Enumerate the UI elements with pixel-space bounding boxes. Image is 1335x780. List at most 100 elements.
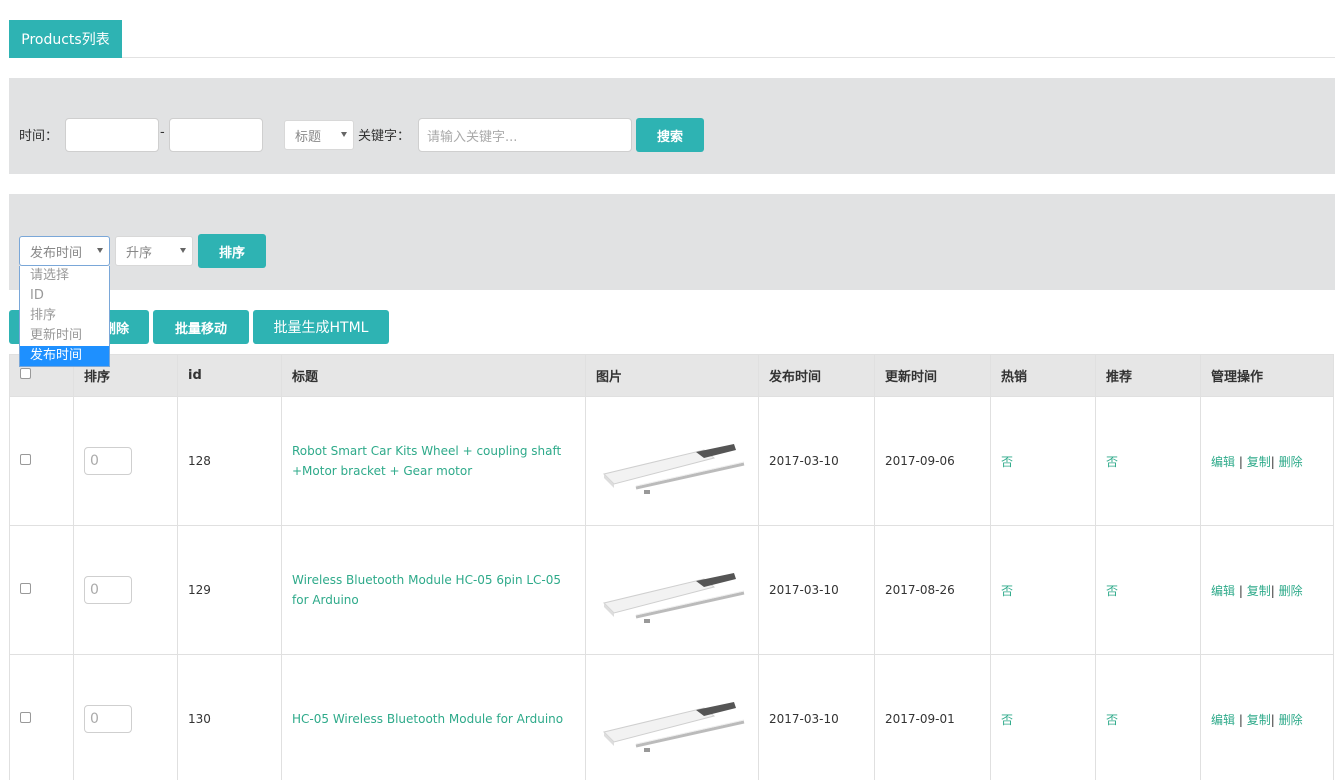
- recommend-toggle[interactable]: 否: [1106, 455, 1118, 469]
- cell-published: 2017-03-10: [758, 396, 875, 526]
- search-field-value: 标题: [295, 129, 322, 145]
- header-actions: 管理操作: [1200, 354, 1334, 397]
- cell-image: [585, 525, 759, 655]
- product-thumbnail: [603, 572, 745, 623]
- chevron-down-icon: [180, 248, 186, 253]
- sort-order-value: 升序: [126, 245, 153, 261]
- keyword-placeholder: 请输入关键字...: [427, 129, 518, 145]
- keyword-label: 关键字：: [358, 129, 411, 144]
- cell-recommend: 否: [1095, 654, 1201, 780]
- header-hot: 热销: [990, 354, 1096, 397]
- cell-image: [585, 396, 759, 526]
- header-recommend: 推荐: [1095, 354, 1201, 397]
- delete-link[interactable]: 删除: [1279, 713, 1303, 727]
- cell-recommend: 否: [1095, 396, 1201, 526]
- row-checkbox[interactable]: [20, 712, 31, 723]
- copy-link[interactable]: 复制: [1247, 584, 1271, 598]
- select-all-checkbox[interactable]: [20, 368, 31, 379]
- products-table: 排序 id 标题 图片 发布时间 更新时间 热销 推荐 管理操作 0 128 Rob…: [9, 354, 1334, 780]
- product-title-link[interactable]: Wireless Bluetooth Module HC-05 6pin LC-…: [292, 573, 561, 607]
- dropdown-option[interactable]: ID: [20, 286, 109, 306]
- copy-link[interactable]: 复制: [1247, 713, 1271, 727]
- dropdown-option[interactable]: 更新时间: [20, 326, 109, 346]
- order-input[interactable]: 0: [84, 576, 132, 604]
- delete-link[interactable]: 删除: [1279, 455, 1303, 469]
- chevron-down-icon: [341, 132, 347, 137]
- order-input[interactable]: 0: [84, 705, 132, 733]
- cell-hot: 否: [990, 396, 1096, 526]
- header-published: 发布时间: [758, 354, 875, 397]
- cell-image: [585, 654, 759, 780]
- delete-link[interactable]: 删除: [1279, 584, 1303, 598]
- row-checkbox[interactable]: [20, 583, 31, 594]
- action-separator: |: [1270, 583, 1275, 598]
- cell-title: Wireless Bluetooth Module HC-05 6pin LC-…: [281, 525, 586, 655]
- cell-actions: 编辑 | 复制| 删除: [1200, 396, 1334, 526]
- copy-link[interactable]: 复制: [1247, 455, 1271, 469]
- action-separator: |: [1270, 454, 1275, 469]
- header-title: 标题: [281, 354, 586, 397]
- header-updated: 更新时间: [874, 354, 991, 397]
- cell-updated: 2017-08-26: [874, 525, 991, 655]
- header-image: 图片: [585, 354, 759, 397]
- recommend-toggle[interactable]: 否: [1106, 713, 1118, 727]
- product-thumbnail: [603, 701, 745, 752]
- table-row: 0 128 Robot Smart Car Kits Wheel + couplin…: [9, 396, 1334, 526]
- table-row: 0 130 HC-05 Wireless Bluetooth Module for …: [9, 654, 1334, 780]
- action-separator: |: [1238, 583, 1243, 598]
- edit-link[interactable]: 编辑: [1211, 455, 1235, 469]
- action-separator: |: [1270, 712, 1275, 727]
- action-separator: |: [1238, 712, 1243, 727]
- cell-updated: 2017-09-06: [874, 396, 991, 526]
- cell-published: 2017-03-10: [758, 525, 875, 655]
- time-label: 时间：: [19, 129, 59, 144]
- cell-order: 0: [73, 654, 178, 780]
- date-separator: -: [160, 125, 165, 140]
- product-thumbnail: [603, 443, 745, 494]
- cell-id: 130: [177, 654, 282, 780]
- tab-bar: Products列表: [9, 20, 1335, 58]
- cell-title: Robot Smart Car Kits Wheel + coupling sh…: [281, 396, 586, 526]
- order-input[interactable]: 0: [84, 447, 132, 475]
- edit-link[interactable]: 编辑: [1211, 713, 1235, 727]
- hot-toggle[interactable]: 否: [1001, 455, 1013, 469]
- header-id: id: [177, 354, 282, 397]
- cell-actions: 编辑 | 复制| 删除: [1200, 654, 1334, 780]
- row-checkbox[interactable]: [20, 454, 31, 465]
- recommend-toggle[interactable]: 否: [1106, 584, 1118, 598]
- dropdown-option[interactable]: 排序: [20, 306, 109, 326]
- sort-button[interactable]: 排序: [198, 234, 266, 268]
- cell-select: [9, 525, 74, 655]
- batch-html-button[interactable]: 批量生成HTML: [253, 310, 389, 344]
- cell-hot: 否: [990, 654, 1096, 780]
- search-panel: 时间： - 标题 关键字： 请输入关键字... 搜索: [9, 78, 1335, 174]
- dropdown-option[interactable]: 请选择: [20, 266, 109, 286]
- sort-field-select[interactable]: 发布时间: [19, 236, 110, 266]
- batch-move-button[interactable]: 批量移动: [153, 310, 249, 344]
- cell-hot: 否: [990, 525, 1096, 655]
- cell-id: 128: [177, 396, 282, 526]
- cell-id: 129: [177, 525, 282, 655]
- cell-title: HC-05 Wireless Bluetooth Module for Ardu…: [281, 654, 586, 780]
- cell-recommend: 否: [1095, 525, 1201, 655]
- keyword-input[interactable]: 请输入关键字...: [418, 118, 632, 152]
- product-title-link[interactable]: Robot Smart Car Kits Wheel + coupling sh…: [292, 444, 561, 478]
- product-title-link[interactable]: HC-05 Wireless Bluetooth Module for Ardu…: [292, 712, 563, 726]
- hot-toggle[interactable]: 否: [1001, 584, 1013, 598]
- tab-products-list[interactable]: Products列表: [9, 20, 122, 58]
- start-date-input[interactable]: [65, 118, 159, 152]
- cell-order: 0: [73, 396, 178, 526]
- end-date-input[interactable]: [169, 118, 263, 152]
- chevron-down-icon: [97, 248, 103, 253]
- dropdown-option-selected[interactable]: 发布时间: [20, 346, 109, 366]
- search-button[interactable]: 搜索: [636, 118, 704, 152]
- action-separator: |: [1238, 454, 1243, 469]
- sort-panel: 发布时间 升序 排序: [9, 194, 1335, 290]
- hot-toggle[interactable]: 否: [1001, 713, 1013, 727]
- sort-field-dropdown: 请选择 ID 排序 更新时间 发布时间: [19, 266, 110, 367]
- cell-published: 2017-03-10: [758, 654, 875, 780]
- edit-link[interactable]: 编辑: [1211, 584, 1235, 598]
- cell-updated: 2017-09-01: [874, 654, 991, 780]
- sort-order-select[interactable]: 升序: [115, 236, 193, 266]
- search-field-select[interactable]: 标题: [284, 120, 354, 150]
